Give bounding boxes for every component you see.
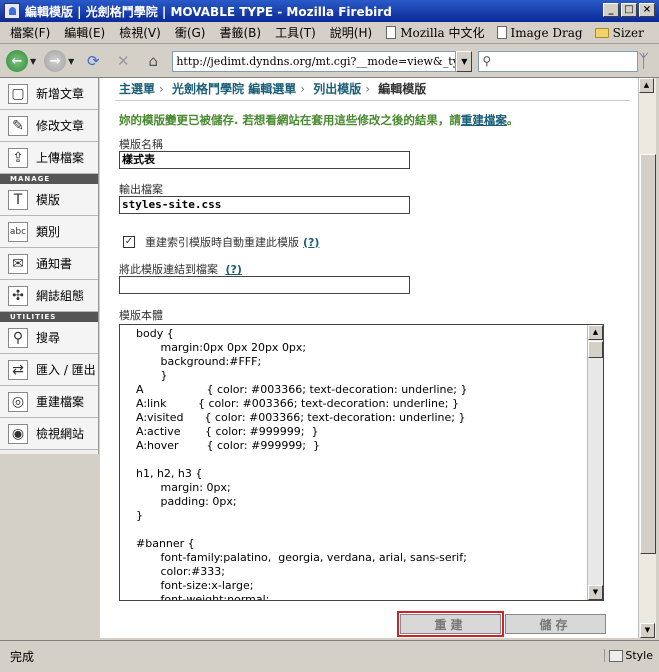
stop-icon[interactable]: ✕ bbox=[112, 50, 134, 72]
firebird-app-icon bbox=[4, 3, 20, 19]
minimize-button[interactable]: _ bbox=[603, 3, 619, 17]
menu-edit[interactable]: 編輯(E) bbox=[64, 24, 105, 41]
window-title: 編輯模版 | 光劍格鬥學院 | MOVABLE TYPE - Mozilla F… bbox=[25, 4, 392, 19]
auto-rebuild-checkbox[interactable]: ✓ bbox=[123, 236, 135, 248]
scroll-down-icon[interactable]: ▼ bbox=[588, 585, 603, 600]
main-content: 主選單 › 光劍格鬥學院 編輯選單 › 列出模版 › 編輯模版 妳的模版變更已被儲存.… bbox=[100, 78, 638, 638]
save-confirmation-message: 妳的模版變更已被儲存. 若想看網站在套用這些修改之後的結果，請重建檔案。 bbox=[119, 113, 519, 127]
sidebar-item-rebuild[interactable]: ◎ 重建檔案 bbox=[0, 386, 98, 418]
editor-scroll-thumb[interactable] bbox=[588, 341, 603, 358]
url-dropdown-icon[interactable]: ▼ bbox=[456, 50, 473, 72]
back-dropdown-icon[interactable]: ▼ bbox=[30, 57, 36, 66]
throbber-icon: ᛉ bbox=[638, 51, 649, 72]
page-scrollbar[interactable]: ▲ ▼ bbox=[638, 78, 656, 638]
sidebar-section-utilities: UTILITIES bbox=[0, 312, 98, 322]
url-bar[interactable]: http://jedimt.dyndns.org/mt.cgi?__mode=v… bbox=[172, 50, 457, 72]
breadcrumb-divider bbox=[115, 100, 630, 101]
scroll-up-icon[interactable]: ▲ bbox=[588, 325, 603, 340]
search-icon: ⚲ bbox=[482, 54, 492, 68]
menu-view[interactable]: 檢視(V) bbox=[119, 24, 161, 41]
link-to-file-field[interactable] bbox=[119, 276, 410, 294]
output-file-field[interactable]: styles-site.css bbox=[119, 196, 410, 214]
mt-sidebar: ▢ 新增文章 ✎ 修改文章 ⇪ 上傳檔案 MANAGE T 模版 abc 類別 … bbox=[0, 78, 99, 454]
sidebar-item-notifications[interactable]: ✉ 通知書 bbox=[0, 248, 98, 280]
help-link[interactable]: (?) bbox=[226, 263, 242, 276]
navigation-toolbar: ← ▼ → ▼ ⟳ ✕ ⌂ http://jedimt.dyndns.org/m… bbox=[0, 45, 659, 78]
menu-file[interactable]: 檔案(F) bbox=[10, 24, 50, 41]
help-link[interactable]: (?) bbox=[303, 236, 319, 249]
rebuild-icon: ◎ bbox=[8, 391, 28, 412]
menu-go[interactable]: 衝(G) bbox=[175, 24, 206, 41]
status-bar: 完成 Style bbox=[0, 640, 659, 672]
template-body-label: 模版本體 bbox=[119, 309, 163, 322]
sidebar-item-categories[interactable]: abc 類別 bbox=[0, 216, 98, 248]
rebuild-files-link[interactable]: 重建檔案 bbox=[461, 113, 507, 127]
scroll-up-icon[interactable]: ▲ bbox=[639, 78, 654, 93]
sidebar-section-manage: MANAGE bbox=[0, 174, 98, 184]
mail-icon: ✉ bbox=[8, 253, 28, 274]
close-button[interactable]: × bbox=[639, 3, 655, 17]
scroll-down-icon[interactable]: ▼ bbox=[640, 623, 655, 638]
page-icon bbox=[496, 26, 507, 39]
status-text: 完成 bbox=[10, 650, 35, 664]
tools-icon: ✣ bbox=[8, 285, 28, 306]
bookmark-image-drag[interactable]: Image Drag bbox=[496, 26, 583, 40]
reload-icon[interactable]: ⟳ bbox=[82, 50, 104, 72]
menu-help[interactable]: 說明(H) bbox=[330, 24, 372, 41]
category-icon: abc bbox=[8, 221, 28, 242]
rebuild-button[interactable]: 重建 bbox=[397, 611, 504, 637]
sidebar-item-search[interactable]: ⚲ 搜尋 bbox=[0, 322, 98, 354]
bookmark-mozilla-chinese[interactable]: Mozilla 中文化 bbox=[386, 24, 485, 41]
edit-document-icon: ✎ bbox=[8, 115, 28, 136]
link-to-file-label: 將此模版連結到檔案 (?) bbox=[119, 263, 242, 276]
breadcrumb-main-menu[interactable]: 主選單 bbox=[119, 82, 155, 96]
view-site-icon: ◉ bbox=[8, 423, 28, 444]
editor-scrollbar[interactable]: ▲ ▼ bbox=[587, 325, 603, 600]
save-button[interactable]: 儲存 bbox=[505, 614, 606, 634]
sidebar-item-upload-file[interactable]: ⇪ 上傳檔案 bbox=[0, 142, 98, 174]
template-body-text: body { margin:0px 0px 20px 0px; backgrou… bbox=[136, 327, 468, 601]
bookmark-sizer[interactable]: Sizer bbox=[594, 26, 644, 40]
new-document-icon: ▢ bbox=[8, 83, 28, 104]
window-title-bar: 編輯模版 | 光劍格鬥學院 | MOVABLE TYPE - Mozilla F… bbox=[0, 0, 659, 22]
menu-bar: 檔案(F) 編輯(E) 檢視(V) 衝(G) 書籤(B) 工具(T) 說明(H)… bbox=[0, 22, 659, 44]
auto-rebuild-row: ✓ 重建索引模版時自動重建此模版 (?) bbox=[123, 235, 320, 249]
folder-icon bbox=[594, 27, 609, 38]
template-icon: T bbox=[8, 189, 28, 210]
page-icon bbox=[386, 26, 397, 39]
style-switcher[interactable]: Style bbox=[604, 649, 653, 662]
template-name-field[interactable]: 樣式表 bbox=[119, 151, 410, 169]
menu-tools[interactable]: 工具(T) bbox=[275, 24, 316, 41]
output-file-label: 輸出檔案 bbox=[119, 183, 163, 196]
search-icon: ⚲ bbox=[8, 327, 28, 348]
search-input[interactable]: ⚲ bbox=[478, 50, 639, 72]
home-icon[interactable]: ⌂ bbox=[142, 50, 164, 72]
sidebar-item-new-entry[interactable]: ▢ 新增文章 bbox=[0, 78, 98, 110]
forward-dropdown-icon[interactable]: ▼ bbox=[68, 57, 74, 66]
breadcrumb: 主選單 › 光劍格鬥學院 編輯選單 › 列出模版 › 編輯模版 bbox=[119, 82, 427, 96]
breadcrumb-blog-menu[interactable]: 光劍格鬥學院 編輯選單 bbox=[172, 82, 296, 96]
page-scroll-thumb[interactable] bbox=[640, 154, 656, 554]
upload-icon: ⇪ bbox=[8, 147, 28, 168]
sidebar-item-edit-entries[interactable]: ✎ 修改文章 bbox=[0, 110, 98, 142]
back-button[interactable]: ← bbox=[6, 50, 28, 72]
import-export-icon: ⇄ bbox=[8, 359, 28, 380]
sidebar-item-blog-config[interactable]: ✣ 網誌組態 bbox=[0, 280, 98, 312]
breadcrumb-list-templates[interactable]: 列出模版 bbox=[313, 82, 361, 96]
sidebar-item-import-export[interactable]: ⇄ 匯入 / 匯出 bbox=[0, 354, 98, 386]
forward-button[interactable]: → bbox=[44, 50, 67, 72]
breadcrumb-current: 編輯模版 bbox=[378, 82, 427, 96]
sidebar-item-templates[interactable]: T 模版 bbox=[0, 184, 98, 216]
style-icon bbox=[609, 649, 624, 662]
sidebar-item-view-site[interactable]: ◉ 檢視網站 bbox=[0, 418, 98, 450]
template-body-textarea[interactable]: body { margin:0px 0px 20px 0px; backgrou… bbox=[119, 324, 604, 601]
maximize-button[interactable]: □ bbox=[621, 3, 637, 17]
template-name-label: 模版名稱 bbox=[119, 138, 163, 151]
menu-bookmarks[interactable]: 書籤(B) bbox=[219, 24, 261, 41]
